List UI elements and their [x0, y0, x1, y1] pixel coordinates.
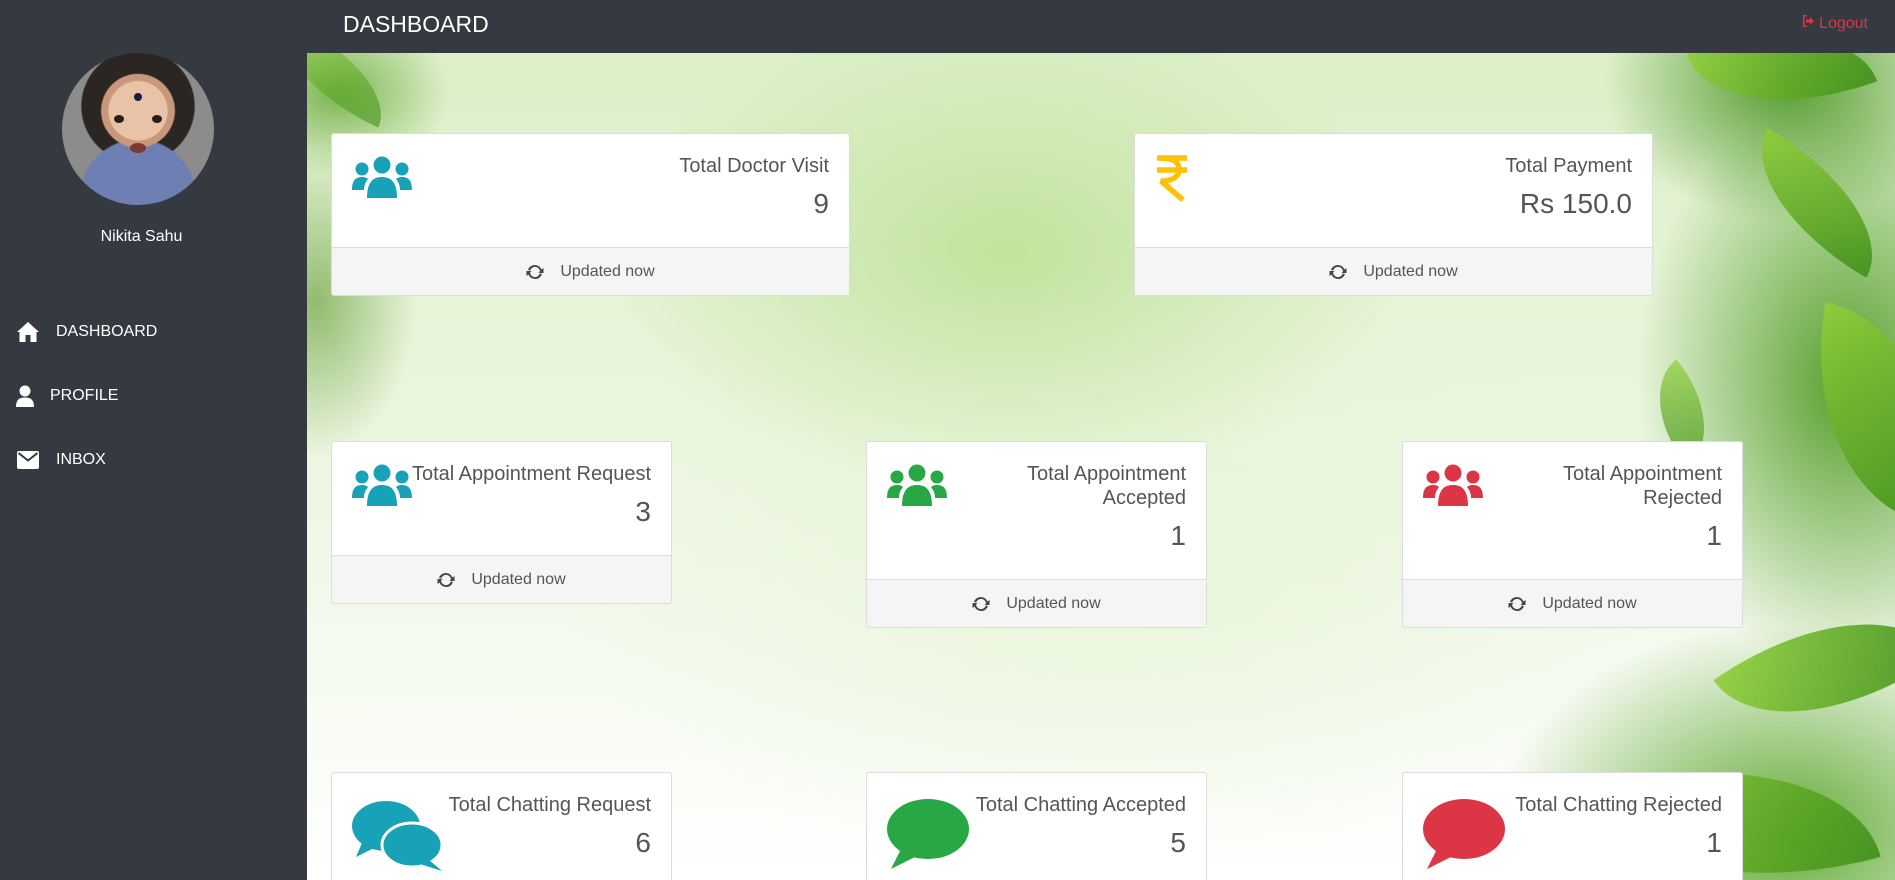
rupee-icon — [1155, 154, 1189, 207]
doctor-visit-card: Total Doctor Visit 9 Updated now — [331, 133, 850, 296]
card-value: 6 — [635, 827, 651, 858]
card-title-line: Rejected — [1643, 487, 1722, 509]
card-value: Rs 150.0 — [1519, 188, 1632, 219]
card-value: 3 — [635, 496, 651, 527]
card-footer[interactable]: Updated now — [1135, 247, 1652, 295]
card-title: Total Appointment Rejected — [1563, 462, 1722, 510]
sign-out-icon — [1802, 14, 1819, 33]
footer-label: Updated now — [1542, 594, 1637, 612]
comment-icon — [887, 799, 969, 876]
card-value: 1 — [1706, 827, 1722, 858]
card-footer[interactable]: Updated now — [1403, 579, 1742, 627]
card-title: Total Chatting Rejected — [1515, 794, 1722, 816]
card-value: 1 — [1170, 520, 1186, 551]
refresh-icon — [526, 264, 544, 279]
card-title: Total Chatting Request — [448, 794, 651, 816]
sidebar: Nikita Sahu DASHBOARD PROFILE INBOX — [0, 0, 307, 880]
chatting-accepted-card: Total Chatting Accepted 5 — [866, 772, 1207, 880]
card-title: Total Chatting Accepted — [975, 794, 1186, 816]
top-bar: DASHBOARD Logout — [307, 0, 1895, 53]
user-icon — [16, 384, 34, 408]
envelope-icon — [16, 448, 40, 472]
comment-icon — [1423, 799, 1505, 876]
sidebar-nav: DASHBOARD PROFILE INBOX — [0, 300, 307, 492]
card-title: Total Doctor Visit — [679, 155, 829, 177]
sidebar-item-profile[interactable]: PROFILE — [0, 364, 307, 428]
card-title: Total Appointment Accepted — [1027, 462, 1186, 510]
logout-link[interactable]: Logout — [1802, 14, 1868, 33]
card-footer[interactable]: Updated now — [332, 247, 849, 295]
sidebar-item-label: PROFILE — [50, 387, 119, 404]
card-value: 5 — [1170, 827, 1186, 858]
sidebar-item-label: INBOX — [56, 451, 106, 468]
avatar — [62, 53, 214, 205]
card-value: 1 — [1706, 520, 1722, 551]
comments-icon — [352, 799, 444, 876]
refresh-icon — [1508, 596, 1526, 611]
footer-label: Updated now — [1006, 594, 1101, 612]
card-title-line: Accepted — [1102, 487, 1186, 509]
appointment-rejected-card: Total Appointment Rejected 1 Updated now — [1402, 441, 1743, 628]
home-icon — [16, 320, 40, 344]
sidebar-item-inbox[interactable]: INBOX — [0, 428, 307, 492]
users-icon — [1423, 464, 1483, 511]
card-footer[interactable]: Updated now — [332, 555, 671, 603]
card-value: 9 — [813, 188, 829, 219]
card-title: Total Payment — [1505, 155, 1632, 177]
refresh-icon — [437, 572, 455, 587]
refresh-icon — [1329, 264, 1347, 279]
card-footer[interactable]: Updated now — [867, 579, 1206, 627]
footer-label: Updated now — [1363, 262, 1458, 280]
chatting-request-card: Total Chatting Request 6 — [331, 772, 672, 880]
refresh-icon — [972, 596, 990, 611]
logout-label: Logout — [1819, 14, 1868, 32]
footer-label: Updated now — [471, 570, 566, 588]
users-icon — [352, 156, 412, 203]
chatting-rejected-card: Total Chatting Rejected 1 — [1402, 772, 1743, 880]
card-title-line: Total Appointment — [1563, 463, 1722, 485]
card-title-line: Total Appointment — [1027, 463, 1186, 485]
sidebar-item-dashboard[interactable]: DASHBOARD — [0, 300, 307, 364]
page-title: DASHBOARD — [343, 11, 489, 37]
appointment-accepted-card: Total Appointment Accepted 1 Updated now — [866, 441, 1207, 628]
payment-card: Total Payment Rs 150.0 Updated now — [1134, 133, 1653, 296]
users-icon — [352, 464, 412, 511]
users-icon — [887, 464, 947, 511]
card-title: Total Appointment Request — [411, 463, 651, 485]
user-name: Nikita Sahu — [100, 228, 183, 245]
appointment-request-card: Total Appointment Request 3 Updated now — [331, 441, 672, 604]
main-content: Total Doctor Visit 9 Updated now Total P… — [307, 53, 1895, 880]
sidebar-item-label: DASHBOARD — [56, 323, 158, 340]
footer-label: Updated now — [560, 262, 655, 280]
